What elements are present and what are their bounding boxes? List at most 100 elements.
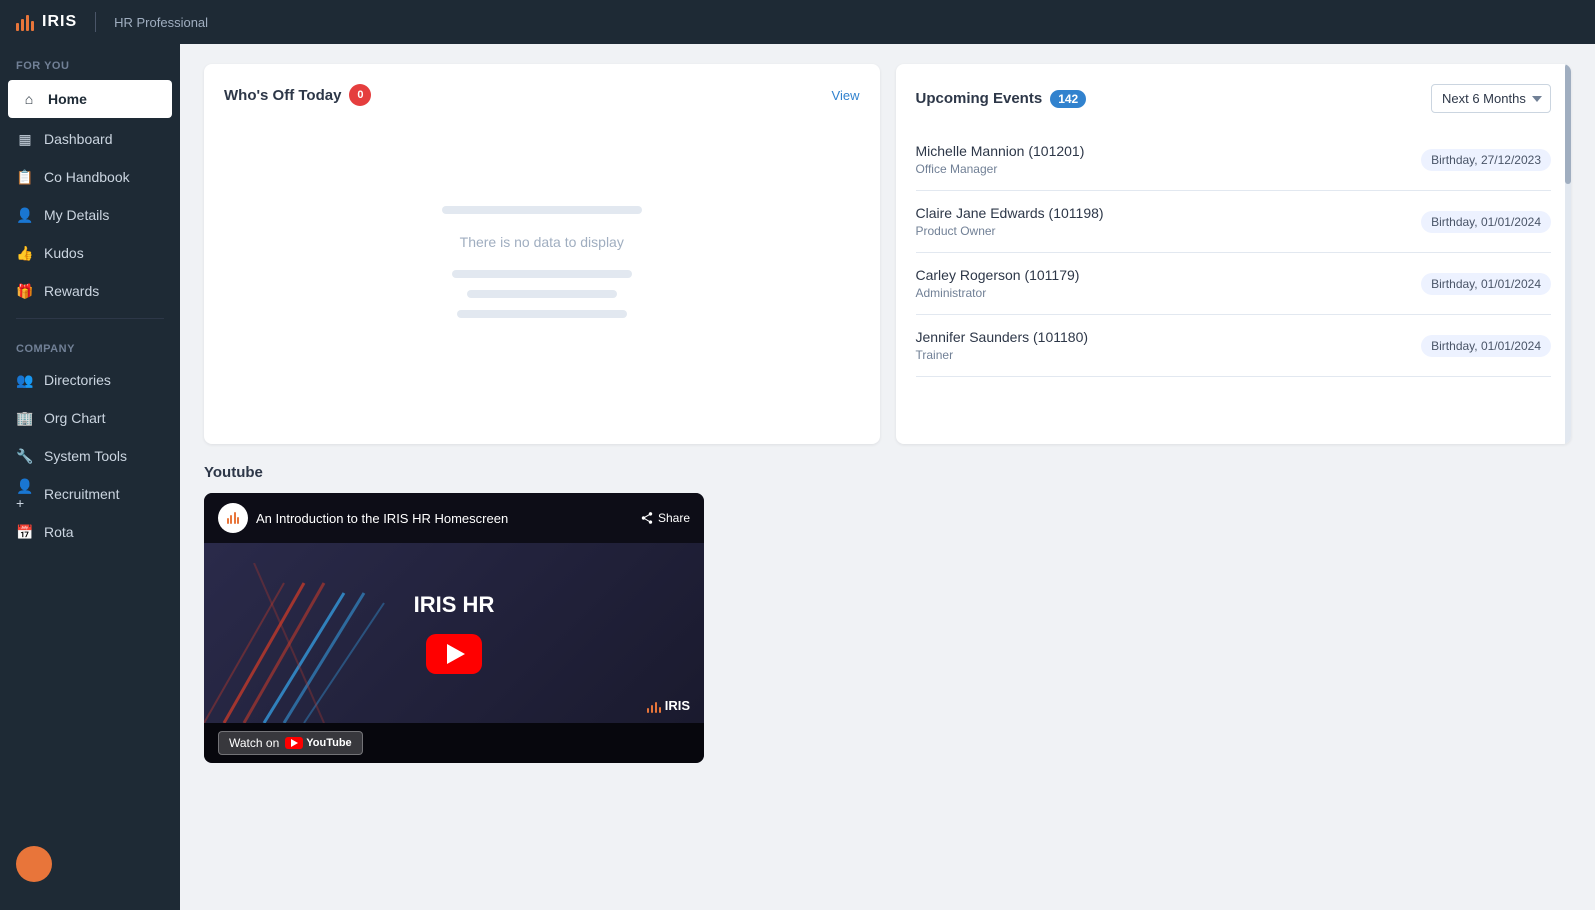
youtube-section: Youtube An Introduction to t — [204, 464, 1571, 763]
main-content: Who's Off Today 0 View There is no data … — [180, 44, 1595, 910]
sidebar-bottom-button[interactable] — [16, 846, 52, 882]
whos-off-header: Who's Off Today 0 View — [224, 84, 860, 106]
share-icon — [640, 511, 654, 525]
sidebar-item-directories[interactable]: 👥 Directories — [0, 361, 180, 399]
sidebar-item-label-rota: Rota — [44, 524, 74, 540]
event-item-2: Carley Rogerson (101179) Administrator B… — [916, 253, 1552, 315]
yt-play-icon — [291, 739, 298, 747]
sidebar-item-rewards[interactable]: 🎁 Rewards — [0, 272, 180, 310]
sidebar-item-home[interactable]: ⌂ Home — [8, 80, 172, 118]
topbar-divider — [95, 12, 96, 32]
yt-video-title: An Introduction to the IRIS HR Homescree… — [256, 511, 508, 526]
sidebar-item-my-details[interactable]: 👤 My Details — [0, 196, 180, 234]
book-icon: 📋 — [16, 168, 34, 186]
whos-off-no-data-text: There is no data to display — [460, 234, 624, 250]
yt-big-title: IRIS HR — [414, 592, 495, 618]
yt-youtube-text: YouTube — [306, 737, 351, 749]
sidebar: For You ⌂ Home ▦ Dashboard 📋 Co Handbook… — [0, 44, 180, 910]
event-person-role-1: Product Owner — [916, 224, 1104, 238]
upcoming-events-period-dropdown[interactable]: Next 6 Months Next 3 Months Next Month N… — [1431, 84, 1551, 113]
sidebar-item-label-directories: Directories — [44, 372, 111, 388]
event-person-info-1: Claire Jane Edwards (101198) Product Own… — [916, 205, 1104, 238]
whos-off-title: Who's Off Today 0 — [224, 84, 371, 106]
cards-row: Who's Off Today 0 View There is no data … — [204, 64, 1571, 444]
yt-play-button[interactable] — [426, 634, 482, 674]
yt-decorative-lines — [204, 563, 404, 723]
youtube-embed: An Introduction to the IRIS HR Homescree… — [204, 493, 704, 763]
event-badge-3: Birthday, 01/01/2024 — [1421, 335, 1551, 357]
skeleton-line-4 — [457, 310, 627, 318]
event-person-role-2: Administrator — [916, 286, 1080, 300]
sidebar-item-label-kudos: Kudos — [44, 245, 84, 261]
event-person-role-0: Office Manager — [916, 162, 1085, 176]
yt-play-triangle — [447, 644, 465, 664]
event-person-info-2: Carley Rogerson (101179) Administrator — [916, 267, 1080, 300]
sidebar-item-label-org-chart: Org Chart — [44, 410, 105, 426]
yt-header: An Introduction to the IRIS HR Homescree… — [204, 493, 704, 543]
yt-footer: Watch on YouTube — [204, 723, 704, 763]
people-icon: 👥 — [16, 371, 34, 389]
event-badge-2: Birthday, 01/01/2024 — [1421, 273, 1551, 295]
whos-off-count-badge: 0 — [349, 84, 371, 106]
whos-off-title-text: Who's Off Today — [224, 87, 341, 104]
sidebar-item-kudos[interactable]: 👍 Kudos — [0, 234, 180, 272]
upcoming-events-title: Upcoming Events 142 — [916, 90, 1087, 108]
event-item-1: Claire Jane Edwards (101198) Product Own… — [916, 191, 1552, 253]
whos-off-view-link[interactable]: View — [832, 88, 860, 103]
yt-icon — [285, 737, 303, 749]
scroll-track — [1565, 64, 1571, 444]
yt-logo-area: An Introduction to the IRIS HR Homescree… — [218, 503, 508, 533]
org-chart-icon: 🏢 — [16, 409, 34, 427]
whos-off-card: Who's Off Today 0 View There is no data … — [204, 64, 880, 444]
addperson-icon: 👤+ — [16, 485, 34, 503]
topbar-subtitle: HR Professional — [114, 15, 208, 30]
iris-bars-icon — [16, 13, 34, 31]
sidebar-divider — [16, 318, 164, 319]
event-item-3: Jennifer Saunders (101180) Trainer Birth… — [916, 315, 1552, 377]
sidebar-section-company: Company — [0, 327, 180, 361]
yt-logo-circle — [218, 503, 248, 533]
skeleton-line-2 — [452, 270, 632, 278]
upcoming-events-title-text: Upcoming Events — [916, 90, 1043, 107]
event-person-name-3: Jennifer Saunders (101180) — [916, 329, 1089, 345]
dashboard-icon: ▦ — [16, 130, 34, 148]
upcoming-events-header: Upcoming Events 142 Next 6 Months Next 3… — [916, 84, 1552, 113]
yt-iris-logo-bars — [227, 512, 240, 524]
upcoming-events-count-badge: 142 — [1050, 90, 1086, 108]
event-person-name-2: Carley Rogerson (101179) — [916, 267, 1080, 283]
topbar: IRIS HR Professional — [0, 0, 1595, 44]
upcoming-events-card: Upcoming Events 142 Next 6 Months Next 3… — [896, 64, 1572, 444]
yt-watch-on-youtube-button[interactable]: Watch on YouTube — [218, 731, 363, 755]
scroll-thumb — [1565, 64, 1571, 184]
yt-iris-watermark: IRIS — [647, 698, 690, 713]
sidebar-item-label-rewards: Rewards — [44, 283, 99, 299]
sidebar-item-label-system-tools: System Tools — [44, 448, 127, 464]
thumbsup-icon: 👍 — [16, 244, 34, 262]
yt-main-content: IRIS HR IRIS — [204, 543, 704, 723]
gift-icon: 🎁 — [16, 282, 34, 300]
sidebar-section-for-you: For You — [0, 44, 180, 78]
sidebar-item-label-home: Home — [48, 91, 87, 107]
event-person-name-1: Claire Jane Edwards (101198) — [916, 205, 1104, 221]
logo: IRIS — [16, 13, 77, 31]
yt-youtube-logo: YouTube — [285, 737, 351, 749]
sidebar-item-label-my-details: My Details — [44, 207, 109, 223]
layout: For You ⌂ Home ▦ Dashboard 📋 Co Handbook… — [0, 44, 1595, 910]
sidebar-item-dashboard[interactable]: ▦ Dashboard — [0, 120, 180, 158]
home-icon: ⌂ — [20, 90, 38, 108]
skeleton-line-3 — [467, 290, 617, 298]
event-badge-0: Birthday, 27/12/2023 — [1421, 149, 1551, 171]
yt-iris-text: IRIS — [665, 698, 690, 713]
sidebar-item-system-tools[interactable]: 🔧 System Tools — [0, 437, 180, 475]
event-person-role-3: Trainer — [916, 348, 1089, 362]
event-item-0: Michelle Mannion (101201) Office Manager… — [916, 129, 1552, 191]
sidebar-item-org-chart[interactable]: 🏢 Org Chart — [0, 399, 180, 437]
sidebar-item-rota[interactable]: 📅 Rota — [0, 513, 180, 551]
sidebar-item-recruitment[interactable]: 👤+ Recruitment — [0, 475, 180, 513]
calendar-icon: 📅 — [16, 523, 34, 541]
skeleton-line-1 — [442, 206, 642, 214]
event-person-info-0: Michelle Mannion (101201) Office Manager — [916, 143, 1085, 176]
yt-iris-bars-watermark — [647, 702, 661, 713]
sidebar-item-co-handbook[interactable]: 📋 Co Handbook — [0, 158, 180, 196]
event-person-name-0: Michelle Mannion (101201) — [916, 143, 1085, 159]
